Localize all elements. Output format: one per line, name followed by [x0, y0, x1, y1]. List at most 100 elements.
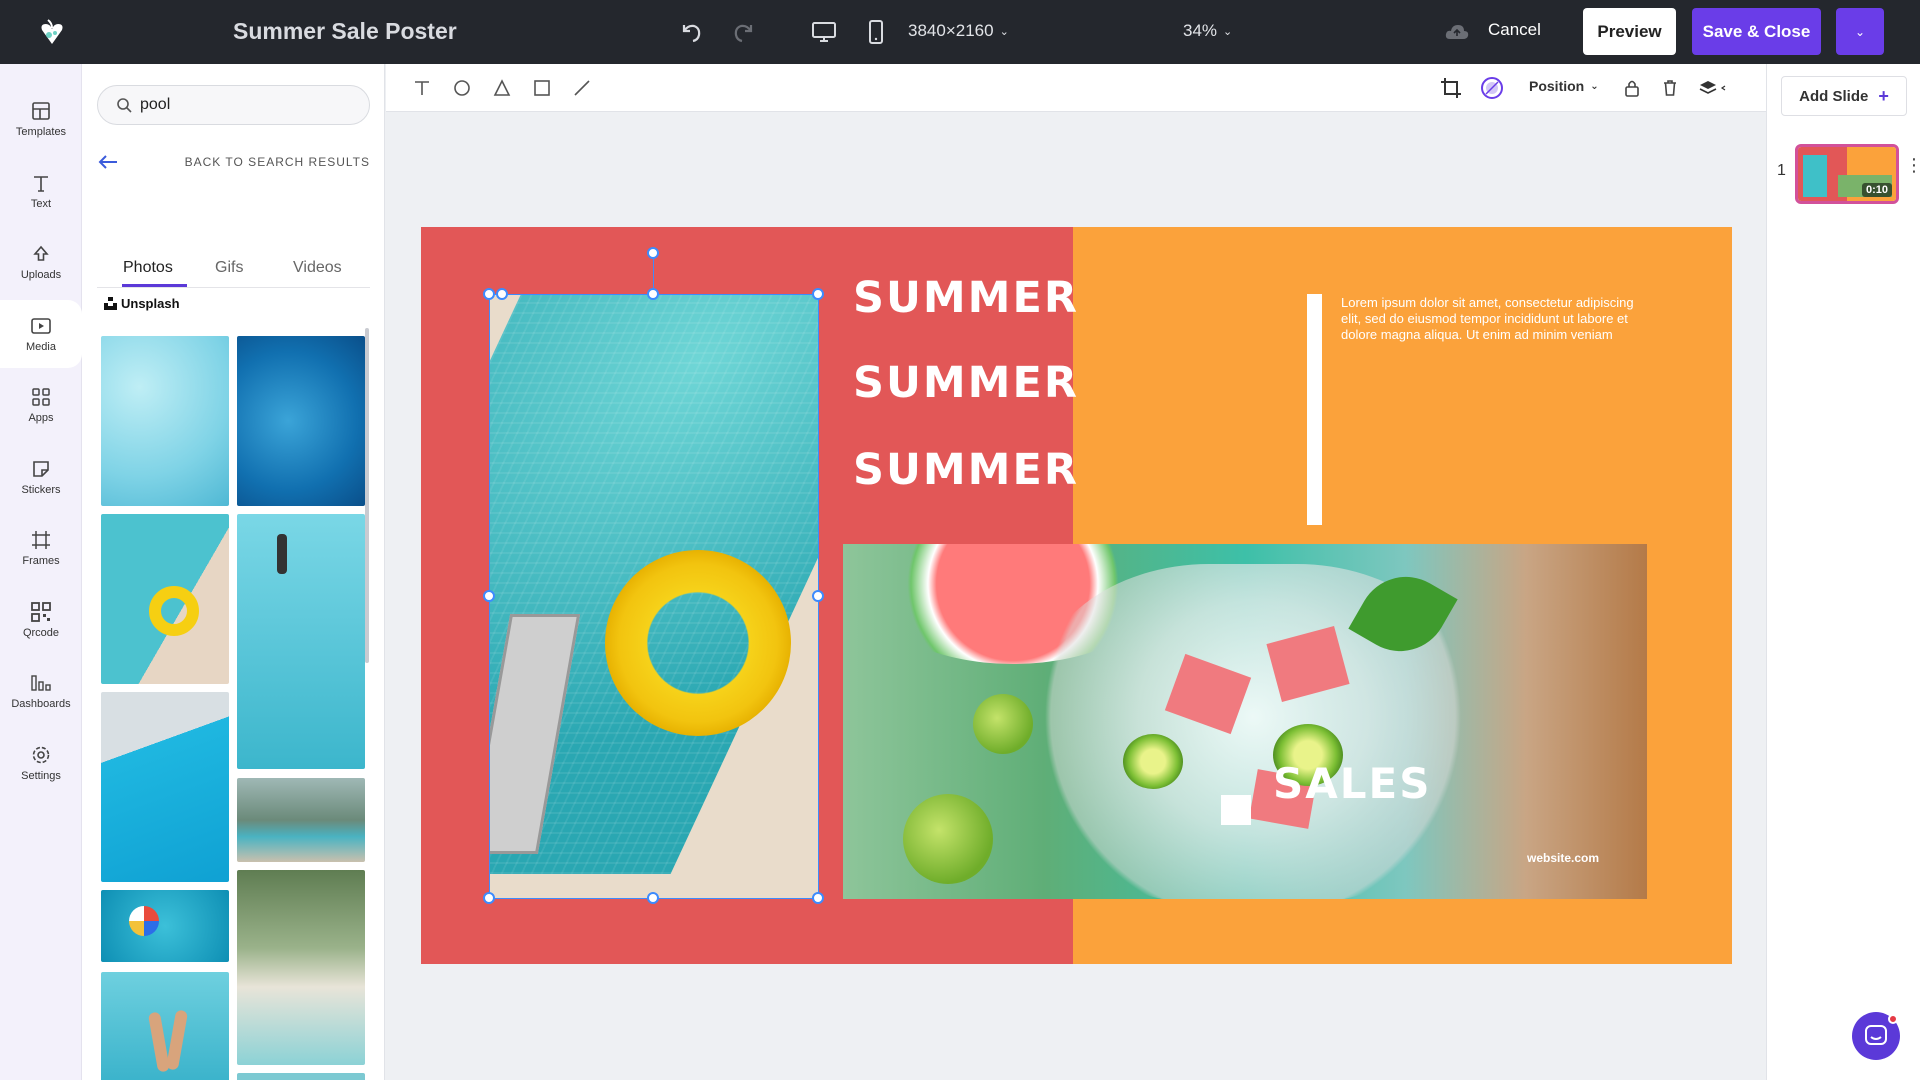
templates-icon — [32, 102, 50, 120]
photo-thumbnail[interactable] — [101, 692, 229, 882]
rail-item-uploads[interactable]: Uploads — [0, 232, 82, 292]
resolution-dropdown[interactable]: 3840×2160 ⌄ — [908, 21, 1009, 41]
back-to-results-link[interactable]: BACK TO SEARCH RESULTS — [97, 150, 370, 174]
rail-item-templates[interactable]: Templates — [0, 89, 82, 149]
add-slide-button[interactable]: Add Slide + — [1781, 76, 1907, 116]
lock-icon[interactable] — [1620, 76, 1644, 100]
poster-canvas[interactable]: SUMMER SUMMER SUMMER Lorem ipsum dolor s… — [421, 227, 1732, 964]
circle-tool-icon[interactable] — [450, 76, 474, 100]
resize-handle-top-right[interactable] — [812, 288, 824, 300]
resize-handle-bottom-left[interactable] — [483, 892, 495, 904]
filter-effects-icon[interactable] — [1480, 76, 1504, 100]
preview-button[interactable]: Preview — [1583, 8, 1676, 55]
desktop-view-icon[interactable] — [808, 16, 840, 48]
active-tab-indicator — [122, 284, 187, 287]
line-tool-icon[interactable] — [570, 76, 594, 100]
resolution-label: 3840×2160 — [908, 21, 994, 40]
redo-icon[interactable] — [728, 16, 760, 48]
resize-handle-bottom-right[interactable] — [812, 892, 824, 904]
tab-photos[interactable]: Photos — [123, 259, 173, 277]
search-icon — [117, 98, 132, 113]
slide-duration: 0:10 — [1861, 183, 1892, 197]
app-logo-icon[interactable] — [36, 16, 68, 48]
media-panel: BACK TO SEARCH RESULTS Photos Gifs Video… — [82, 64, 385, 1080]
rail-item-stickers[interactable]: Stickers — [0, 447, 82, 507]
rail-item-label: Apps — [28, 412, 54, 424]
photo-thumbnail[interactable] — [237, 1073, 365, 1080]
photo-thumbnail[interactable] — [101, 336, 229, 506]
rail-item-qrcode[interactable]: Qrcode — [0, 590, 82, 650]
back-label: BACK TO SEARCH RESULTS — [184, 155, 370, 169]
photo-thumbnail[interactable] — [237, 778, 365, 862]
chevron-down-icon: ⌄ — [1590, 80, 1599, 92]
website-text[interactable]: website.com — [1527, 851, 1599, 865]
slide-menu-icon[interactable]: ⋮ — [1905, 156, 1920, 174]
photo-thumbnail[interactable] — [237, 514, 365, 769]
unsplash-source: Unsplash — [104, 296, 180, 311]
resize-handle-top-left-inner[interactable] — [496, 288, 508, 300]
slides-panel: Add Slide + 1 0:10 ⋮ — [1766, 64, 1920, 1080]
tab-gifs[interactable]: Gifs — [215, 259, 243, 277]
summer-heading[interactable]: SUMMER — [853, 273, 1079, 323]
zoom-dropdown[interactable]: 34% ⌄ — [1183, 21, 1232, 41]
undo-icon[interactable] — [675, 16, 707, 48]
text-tool-icon[interactable] — [410, 76, 434, 100]
layers-icon[interactable] — [1696, 76, 1732, 100]
photo-thumbnail[interactable] — [237, 336, 365, 506]
triangle-tool-icon[interactable] — [490, 76, 514, 100]
rail-item-dashboards[interactable]: Dashboards — [0, 661, 82, 721]
chat-icon — [1865, 1025, 1887, 1045]
resize-handle-bottom[interactable] — [647, 892, 659, 904]
top-bar: Summer Sale Poster 3840×2160 ⌄ 34% ⌄ Can… — [0, 0, 1920, 64]
summer-heading[interactable]: SUMMER — [853, 358, 1079, 408]
media-tabs: Photos Gifs Videos — [97, 194, 370, 288]
plus-icon: + — [1878, 85, 1889, 106]
cloud-save-icon[interactable] — [1441, 16, 1473, 48]
position-dropdown[interactable]: Position ⌄ — [1529, 78, 1599, 94]
apps-icon — [32, 388, 50, 406]
chat-support-button[interactable] — [1852, 1012, 1900, 1060]
sales-heading[interactable]: SALES — [1273, 759, 1431, 808]
white-divider-bar[interactable] — [1307, 294, 1322, 525]
rail-item-label: Stickers — [21, 484, 61, 496]
resize-handle-left[interactable] — [483, 590, 495, 602]
search-input[interactable] — [140, 96, 360, 114]
rail-item-apps[interactable]: Apps — [0, 375, 82, 435]
resize-handle-top[interactable] — [647, 288, 659, 300]
sales-square[interactable] — [1221, 795, 1251, 825]
crop-icon[interactable] — [1439, 76, 1463, 100]
photo-thumbnail[interactable] — [237, 870, 365, 1065]
rail-item-frames[interactable]: Frames — [0, 518, 82, 578]
rectangle-tool-icon[interactable] — [530, 76, 554, 100]
chevron-down-icon: ⌄ — [1223, 25, 1233, 38]
qrcode-icon — [31, 602, 51, 622]
resize-handle-top-left[interactable] — [483, 288, 495, 300]
photo-thumbnail[interactable] — [101, 890, 229, 962]
tab-videos[interactable]: Videos — [293, 259, 342, 277]
save-close-button[interactable]: Save & Close — [1692, 8, 1821, 55]
rail-item-media[interactable]: Media — [0, 300, 82, 368]
save-options-button[interactable]: ⌄ — [1836, 8, 1884, 55]
rail-item-label: Templates — [15, 126, 67, 138]
notification-dot — [1888, 1014, 1898, 1024]
rotate-handle[interactable] — [647, 247, 659, 259]
upload-icon — [33, 245, 49, 261]
slide-thumbnail[interactable]: 0:10 — [1795, 144, 1899, 204]
photo-thumbnail[interactable] — [101, 972, 229, 1080]
mobile-view-icon[interactable] — [860, 16, 892, 48]
cancel-button[interactable]: Cancel — [1488, 20, 1541, 40]
rail-item-label: Uploads — [20, 269, 62, 281]
pool-float-photo[interactable] — [489, 294, 819, 899]
watermelon-drink-photo[interactable] — [843, 544, 1647, 899]
rail-item-text[interactable]: Text — [0, 161, 82, 221]
trash-icon[interactable] — [1658, 76, 1682, 100]
resize-handle-right[interactable] — [812, 590, 824, 602]
document-title[interactable]: Summer Sale Poster — [233, 18, 457, 45]
summer-heading[interactable]: SUMMER — [853, 445, 1079, 495]
panel-scrollbar[interactable] — [365, 328, 369, 663]
rail-item-label: Settings — [21, 770, 61, 782]
settings-icon — [32, 746, 50, 764]
lorem-paragraph[interactable]: Lorem ipsum dolor sit amet, consectetur … — [1341, 295, 1653, 343]
photo-thumbnail[interactable] — [101, 514, 229, 684]
rail-item-settings[interactable]: Settings — [0, 733, 82, 793]
